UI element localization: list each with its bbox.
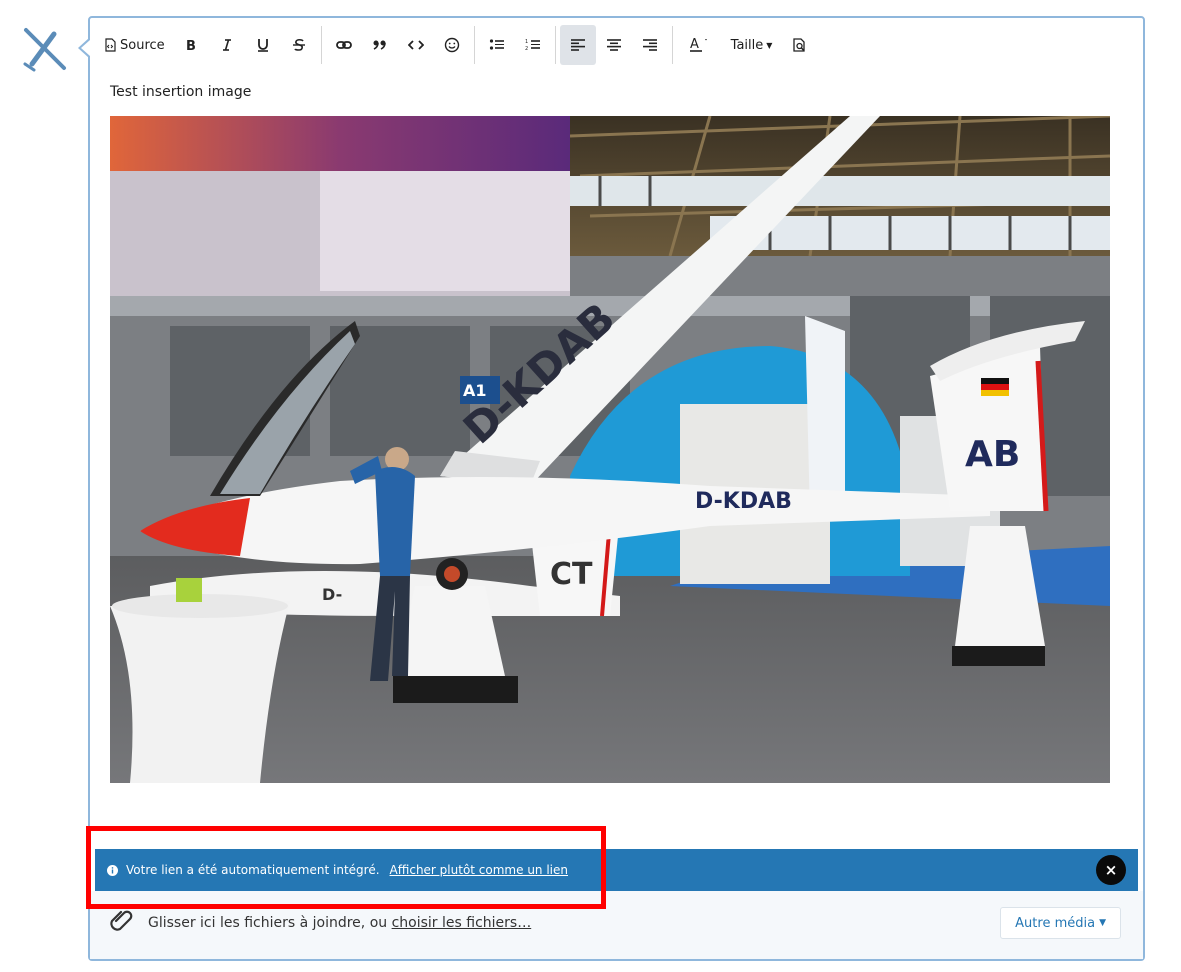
attachment-text: Glisser ici les fichiers à joindre, ou c… [148,915,531,931]
ct-code: CT [550,557,593,592]
svg-text:2: 2 [525,46,528,52]
back-registration: D- [322,585,342,604]
toolbar-separator [554,26,556,64]
bullet-list-icon [489,39,504,50]
underline-icon [257,39,268,52]
toolbar-separator [473,26,475,64]
strikethrough-icon [292,38,305,51]
emoji-icon [444,37,459,53]
avatar [20,24,70,74]
embed-notice: Votre lien a été automatiquement intégré… [95,849,1138,891]
quote-button[interactable] [362,25,398,65]
show-as-link[interactable]: Afficher plutôt comme un lien [390,863,568,877]
font-size-label: Taille [730,37,764,53]
strikethrough-button[interactable] [281,25,317,65]
drop-files-text: Glisser ici les fichiers à joindre, ou [148,915,392,931]
fuselage-registration: D-KDAB [695,489,792,514]
message-text: Test insertion image [110,84,252,100]
numbered-list-button[interactable]: 12 [515,25,551,65]
font-size-icon: ▼ [766,40,773,50]
align-left-button[interactable] [559,25,596,65]
underline-button[interactable] [245,25,281,65]
svg-text:B: B [186,39,196,52]
italic-icon [222,39,231,51]
toolbar-separator [671,26,673,64]
align-right-icon [642,39,657,51]
editor-toolbar: Source B 12 A Taille ▼ [100,24,818,66]
link-button[interactable] [326,25,362,65]
align-left-icon [570,39,585,51]
notice-message: Votre lien a été automatiquement intégré… [126,863,380,877]
text-color-icon: A [689,37,707,52]
bullet-list-button[interactable] [479,25,515,65]
bold-icon: B [186,39,196,52]
paperclip-icon [110,910,133,931]
other-media-button[interactable]: Autre média ▼ [1000,907,1121,939]
align-center-icon [606,39,621,51]
quote-icon [373,40,386,50]
chevron-down-icon: ▼ [1099,918,1106,928]
code-icon [407,40,424,50]
source-icon [105,38,116,52]
tail-code: AB [965,434,1020,475]
numbered-list-icon: 12 [525,39,540,52]
align-right-button[interactable] [632,25,668,65]
other-media-label: Autre média [1015,915,1096,931]
text-color-button[interactable]: A [677,25,721,65]
preview-button[interactable] [782,25,818,65]
attachment-bar: Glisser ici les fichiers à joindre, ou c… [90,891,1143,959]
italic-button[interactable] [209,25,245,65]
code-button[interactable] [398,25,434,65]
info-icon [107,864,118,876]
svg-text:1: 1 [525,39,528,45]
editor-pointer-inner [81,40,90,56]
source-button[interactable]: Source [100,25,173,65]
message-editor[interactable]: Source B 12 A Taille ▼ Test insertion im… [88,16,1145,961]
close-notice-button[interactable]: × [1096,855,1126,885]
choose-files-link[interactable]: choisir les fichiers… [392,915,532,931]
close-icon: × [1104,861,1118,879]
emoji-button[interactable] [434,25,470,65]
font-size-button[interactable]: Taille ▼ [721,25,783,65]
link-icon [335,41,352,49]
source-label: Source [120,37,165,53]
align-center-button[interactable] [596,25,632,65]
bold-button[interactable]: B [173,25,209,65]
embedded-image[interactable]: A1 CT D- D-KDAB D-KDAB AB [110,116,1110,783]
preview-icon [793,37,806,52]
svg-text:A: A [690,37,699,52]
toolbar-separator [320,26,322,64]
